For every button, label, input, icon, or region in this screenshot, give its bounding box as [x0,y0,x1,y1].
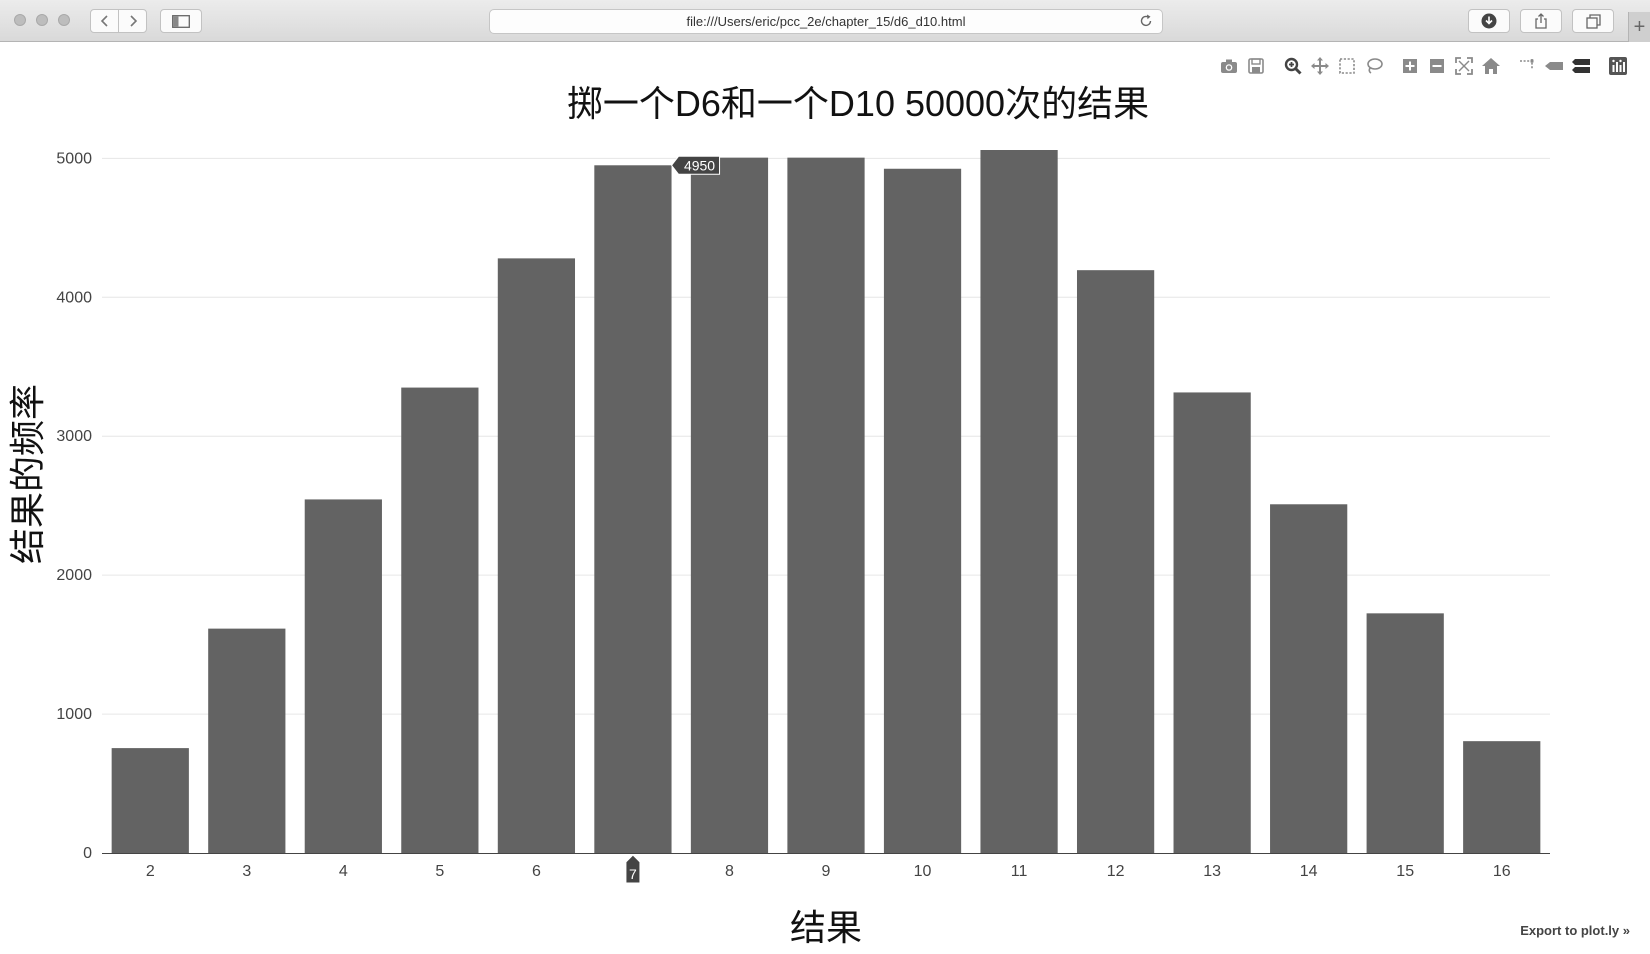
x-tick-label: 6 [532,863,541,880]
x-tick-label: 12 [1107,863,1125,880]
forward-button[interactable] [118,9,147,33]
y-tick-label: 2000 [56,567,92,584]
y-tick-label: 4000 [56,289,92,306]
x-axis-title: 结果 [790,907,862,948]
y-tick-label: 3000 [56,428,92,445]
x-tick-label: 4 [339,863,348,880]
hover-category-label: 7 [629,866,637,882]
chevron-right-icon [129,15,137,27]
x-tick-label: 3 [242,863,251,880]
chevron-left-icon [100,15,108,27]
bar [1173,392,1251,853]
x-tick-label: 15 [1396,863,1414,880]
bar [497,258,576,854]
bar [401,387,479,853]
reload-icon[interactable] [1138,13,1154,29]
bar [1366,613,1444,853]
browser-window: file:///Users/eric/pcc_2e/chapter_15/d6_… [0,0,1650,954]
bar [980,150,1058,853]
x-tick-label: 9 [822,863,831,880]
bar-chart: 0 1000 2000 3000 4000 5000 2 3 4 5 6 8 9 10 11 12 13 14 15… [7,83,1550,948]
browser-toolbar: file:///Users/eric/pcc_2e/chapter_15/d6_… [0,0,1650,42]
download-icon [1481,13,1497,29]
new-tab-button[interactable]: + [1628,12,1650,42]
x-tick-label: 16 [1493,863,1511,880]
tabs-icon [1585,13,1601,29]
export-to-plotly-link[interactable]: Export to plot.ly » [1520,923,1630,938]
url-text: file:///Users/eric/pcc_2e/chapter_15/d6_… [686,14,966,29]
bar [1270,504,1348,853]
bar [1076,270,1155,853]
y-tick-label: 0 [83,845,92,862]
bar [1463,741,1541,853]
x-tick-label: 5 [435,863,444,880]
sidebar-icon [172,14,190,28]
share-button[interactable] [1520,9,1562,33]
zoom-window-button[interactable] [58,14,70,26]
bar [594,165,672,854]
plus-icon: + [1633,15,1646,38]
bar [304,499,382,853]
x-tick-label: 11 [1011,863,1028,880]
address-bar[interactable]: file:///Users/eric/pcc_2e/chapter_15/d6_… [489,9,1163,34]
chart-title: 掷一个D6和一个D10 50000次的结果 [567,83,1149,124]
bar [111,748,189,853]
sidebar-button[interactable] [160,9,202,33]
y-tick-label: 5000 [56,150,92,167]
bar [883,168,962,854]
minimize-window-button[interactable] [36,14,48,26]
x-tick-label: 10 [914,863,932,880]
x-tick-label: 14 [1300,863,1318,880]
tabs-overview-button[interactable] [1572,9,1614,33]
x-tick-label: 2 [146,863,155,880]
downloads-button[interactable] [1468,9,1510,33]
close-window-button[interactable] [14,14,26,26]
x-tick-label: 13 [1203,863,1221,880]
back-button[interactable] [90,9,119,33]
y-axis-title: 结果的频率 [7,384,48,564]
x-tick-label: 8 [725,863,734,880]
y-tick-label: 1000 [56,706,92,723]
hover-value-label: 4950 [684,157,715,173]
bar [787,157,865,854]
bar [208,628,286,853]
bar [690,157,769,854]
share-icon [1535,13,1547,29]
